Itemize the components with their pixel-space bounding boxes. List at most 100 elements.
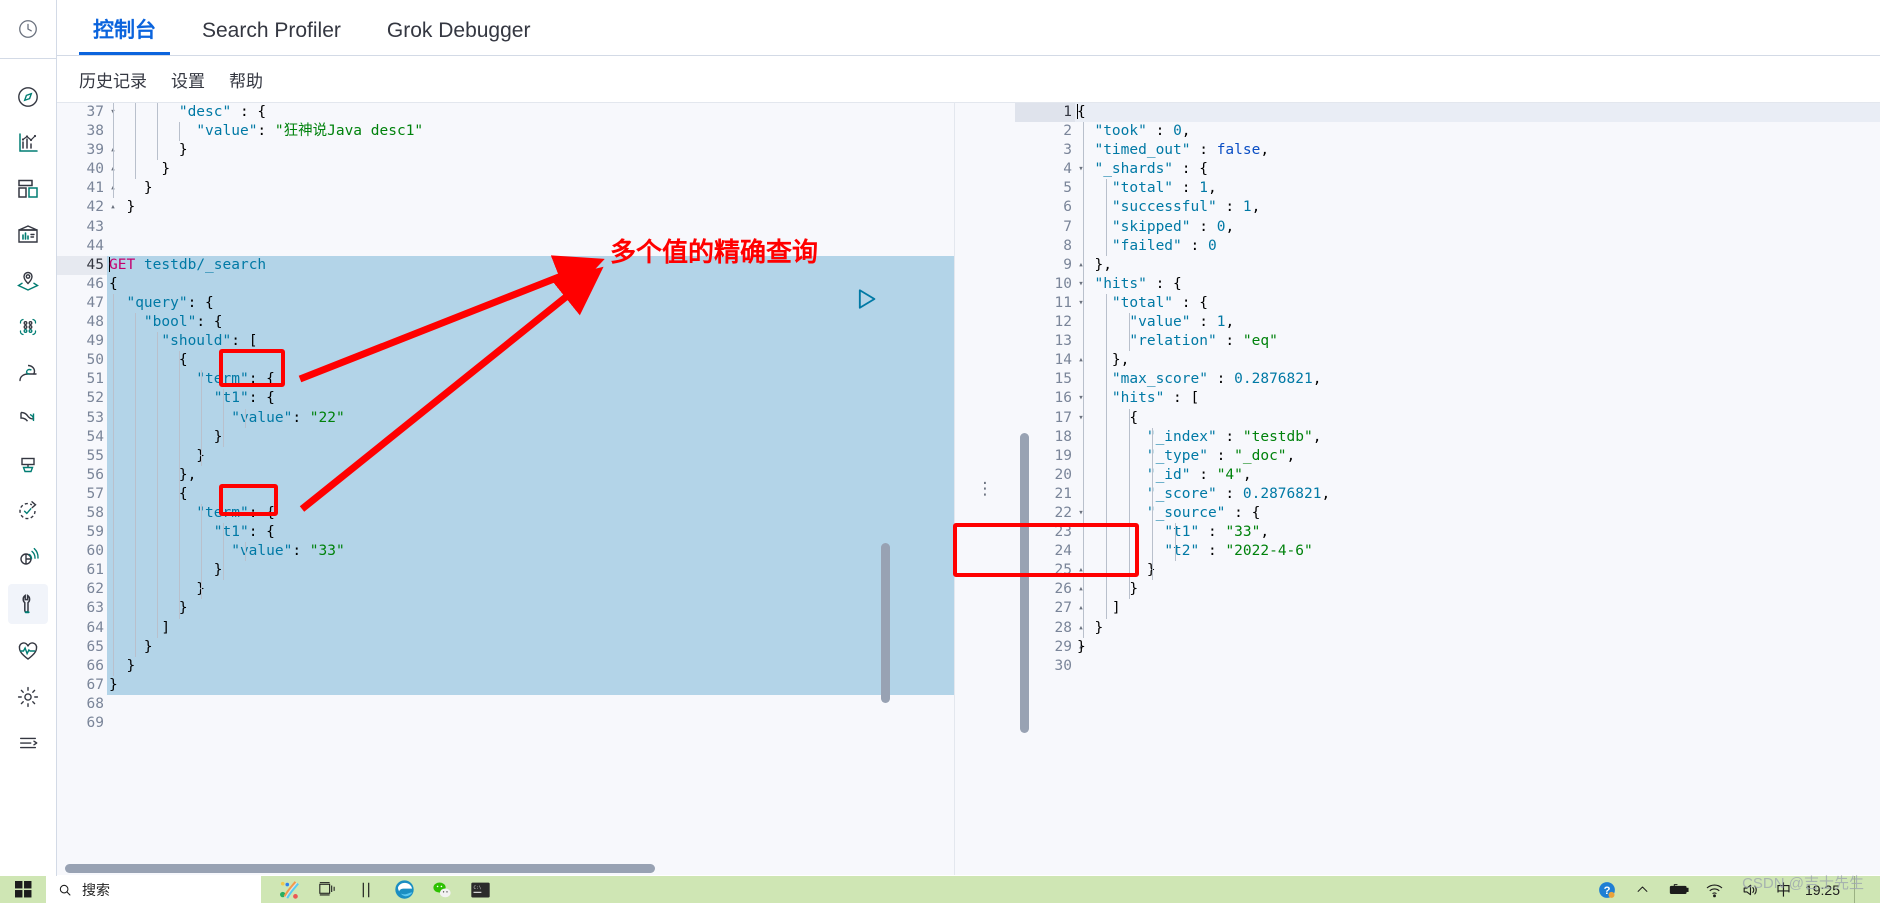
pane-resize-handle[interactable]: ⋮ [955,103,1015,875]
editor-line[interactable]: 17 ▾ { [1015,408,1880,428]
line-content[interactable]: "hits" : [ [1075,389,1880,409]
line-content[interactable]: "t1": { [107,389,954,409]
line-content[interactable]: GET testdb/_search [107,255,954,275]
editor-line[interactable]: 51▾ "term": { [57,370,954,390]
editor-line[interactable]: 9 ▴ }, [1015,255,1880,275]
editor-line[interactable]: 6 "successful" : 1, [1015,198,1880,218]
sidebar-item-collapse[interactable] [8,723,48,763]
editor-line[interactable]: 61▴ } [57,561,954,581]
line-content[interactable]: "desc" : { [107,103,954,123]
editor-line[interactable]: 1▾{ [1015,103,1880,123]
submenu-item-history[interactable]: 历史记录 [79,67,147,92]
line-content[interactable]: } [107,637,954,657]
line-content[interactable]: "t2" : "2022-4-6" [1075,542,1880,562]
editor-line[interactable]: 49▾ "should": [ [57,332,954,352]
editor-line[interactable]: 39▴ } [57,141,954,161]
editor-line[interactable]: 16 ▾ "hits" : [ [1015,389,1880,409]
sidebar-item-management[interactable] [8,677,48,717]
editor-line[interactable]: 66▴ } [57,656,954,676]
line-content[interactable]: "took" : 0, [1075,122,1880,142]
line-content[interactable]: "max_score" : 0.2876821, [1075,370,1880,390]
line-content[interactable]: } [107,160,954,180]
editor-line[interactable]: 25 ▴ } [1015,561,1880,581]
line-content[interactable]: } [107,198,954,217]
editor-line[interactable]: 26 ▴ } [1015,580,1880,600]
editor-line[interactable]: 28 ▴ } [1015,618,1880,638]
line-content[interactable]: { [1075,408,1880,428]
editor-line[interactable]: 43 [57,217,954,237]
request-horizontal-scrollbar[interactable] [57,863,847,874]
request-vertical-scrollbar[interactable] [880,103,891,875]
line-content[interactable]: "_score" : 0.2876821, [1075,484,1880,504]
line-content[interactable]: "t1": { [107,523,954,543]
editor-line[interactable]: 62▴ } [57,580,954,600]
sidebar-item-maps[interactable] [8,261,48,301]
line-content[interactable]: "bool": { [107,313,954,333]
line-content[interactable]: ] [1075,599,1880,619]
line-content[interactable]: "value" : 1, [1075,313,1880,333]
line-content[interactable]: "query": { [107,293,954,314]
editor-line[interactable]: 12 "value" : 1, [1015,313,1880,333]
tab-search-profiler[interactable]: Search Profiler [188,20,355,55]
editor-line[interactable]: 14 ▴ }, [1015,351,1880,371]
line-content[interactable]: } [107,580,954,600]
editor-line[interactable]: 7 "skipped" : 0, [1015,217,1880,237]
editor-line[interactable]: 21 "_score" : 0.2876821, [1015,484,1880,504]
editor-line[interactable]: 38 "value": "狂神说Java desc1" [57,122,954,142]
editor-line[interactable]: 54▴ } [57,427,954,447]
battery-icon[interactable] [1668,879,1690,901]
line-content[interactable]: "failed" : 0 [1075,236,1880,256]
editor-line[interactable]: 30 [1015,656,1880,676]
editor-line[interactable]: 55▴ } [57,446,954,466]
sidebar-item-siem[interactable] [8,537,48,577]
editor-line[interactable]: 68 [57,694,954,714]
edge-icon[interactable] [393,879,415,901]
sidebar-item-canvas[interactable] [8,215,48,255]
line-content[interactable] [107,695,954,714]
editor-line[interactable]: 53 "value": "22" [57,408,954,428]
terminal-icon[interactable]: C:\ [469,879,491,901]
taskbar-clock[interactable]: 19:25 [1805,882,1840,898]
line-content[interactable]: "relation" : "eq" [1075,332,1880,352]
line-content[interactable] [107,237,954,256]
editor-line[interactable]: 57▾ { [57,484,954,504]
line-content[interactable]: "hits" : { [1075,274,1880,294]
editor-line[interactable]: 24 "t2" : "2022-4-6" [1015,542,1880,562]
line-content[interactable]: "successful" : 1, [1075,198,1880,218]
sidebar-item-discover[interactable] [8,77,48,117]
editor-line[interactable]: 29 ▴} [1015,637,1880,657]
submenu-item-settings[interactable]: 设置 [171,67,205,92]
copilot-icon[interactable] [279,879,301,901]
line-content[interactable]: "total" : 1, [1075,179,1880,199]
submenu-item-help[interactable]: 帮助 [229,67,263,92]
editor-line[interactable]: 20 "_id" : "4", [1015,465,1880,485]
editor-line[interactable]: 22 ▾ "_source" : { [1015,503,1880,524]
editor-line[interactable]: 41▴ } [57,179,954,199]
editor-line[interactable]: 23 "t1" : "33", [1015,523,1880,543]
show-desktop-button[interactable] [1854,876,1864,903]
editor-line[interactable]: 11 ▾ "total" : { [1015,293,1880,314]
editor-line[interactable]: 8 "failed" : 0 [1015,236,1880,256]
line-content[interactable]: "term": { [107,503,954,524]
chevron-up-icon[interactable] [1632,879,1654,901]
send-request-button[interactable] [854,285,884,315]
editor-line[interactable]: 56▴ }, [57,465,954,485]
editor-line[interactable]: 46▾{ [57,274,954,294]
task-view-icon[interactable] [317,879,339,901]
response-pane[interactable]: 1▾{2 "took" : 0,3 "timed_out" : false,4▾… [1015,103,1880,875]
line-content[interactable]: { [107,274,954,294]
editor-line[interactable]: 2 "took" : 0, [1015,122,1880,142]
editor-line[interactable]: 65▴ } [57,637,954,657]
line-content[interactable]: } [107,561,954,581]
sidebar-item-logs[interactable] [8,399,48,439]
editor-line[interactable]: 52▾ "t1": { [57,389,954,409]
editor-line[interactable]: 60 "value": "33" [57,542,954,562]
line-content[interactable] [1075,657,1880,676]
line-content[interactable]: "_id" : "4", [1075,465,1880,485]
line-content[interactable]: }, [107,465,954,485]
line-content[interactable]: { [1075,103,1880,123]
sidebar-item-apm[interactable] [8,445,48,485]
editor-line[interactable]: 13 "relation" : "eq" [1015,332,1880,352]
editor-line[interactable]: 69 [57,714,954,734]
taskbar-search-box[interactable]: 搜索 [46,876,261,903]
